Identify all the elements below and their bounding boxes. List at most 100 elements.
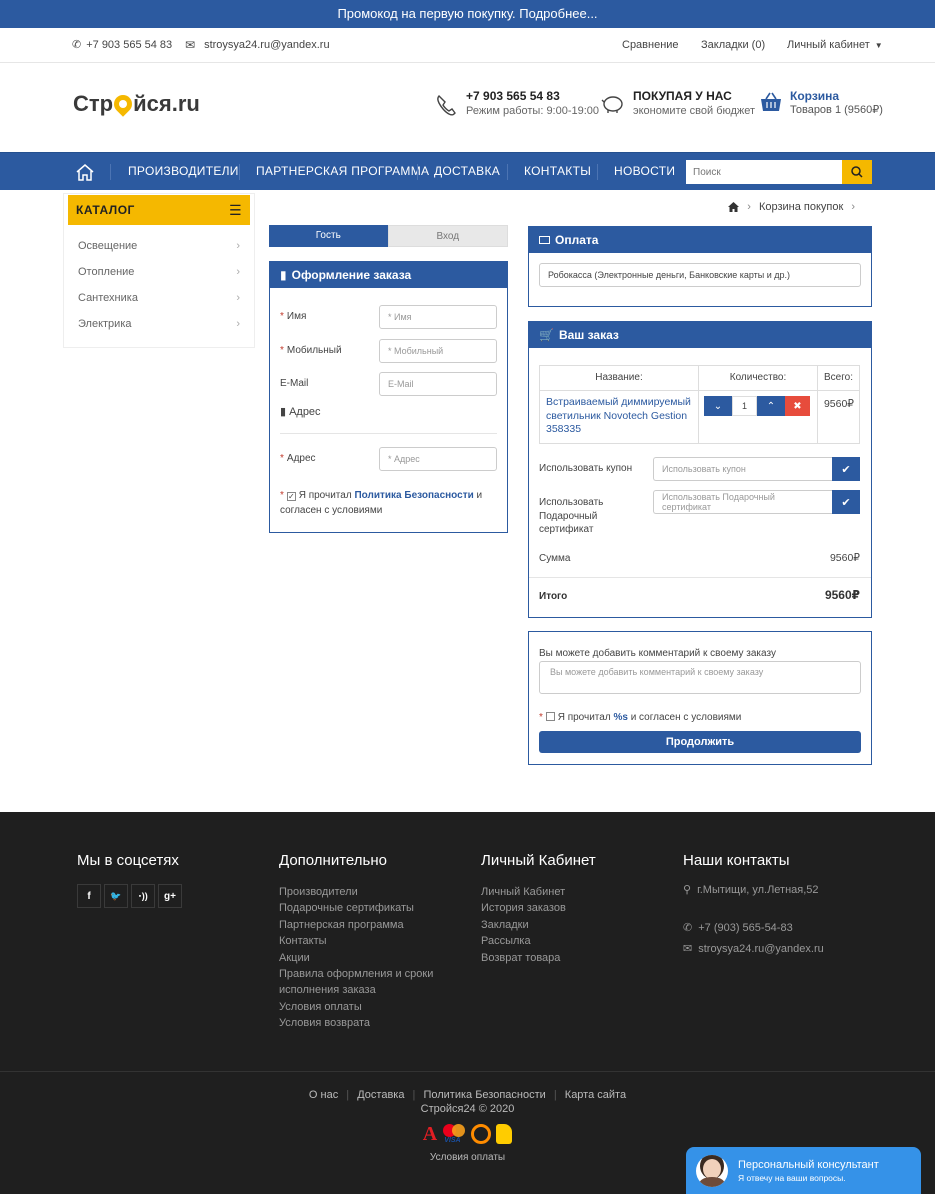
order-table: Название: Количество: Всего: Встраиваемы… <box>539 365 860 444</box>
catalog-item-label: Отопление <box>78 266 135 278</box>
account-dropdown[interactable]: Личный кабинет ▼ <box>787 28 883 63</box>
site-logo[interactable]: Стр йся.ru <box>73 91 200 117</box>
bookmarks-link[interactable]: Закладки (0) <box>701 28 765 63</box>
footer-link-delivery[interactable]: Доставка <box>357 1089 404 1101</box>
footer-link-return-terms[interactable]: Условия возврата <box>279 1015 433 1031</box>
google-plus-icon[interactable]: g+ <box>158 884 182 908</box>
facebook-icon[interactable]: f <box>77 884 101 908</box>
savings-title: ПОКУПАЯ У НАС <box>633 89 732 103</box>
mobile-input[interactable]: * Мобильный <box>379 339 497 363</box>
breadcrumb-separator: › <box>747 201 751 213</box>
compare-link[interactable]: Сравнение <box>622 28 679 63</box>
footer-link-sitemap[interactable]: Карта сайта <box>565 1089 626 1101</box>
tab-login[interactable]: Вход <box>387 225 508 247</box>
qty-input[interactable]: 1 <box>732 396 757 416</box>
apply-gift-button[interactable]: ✔ <box>832 490 860 514</box>
footer-link-partner[interactable]: Партнерская программа <box>279 917 433 933</box>
basket-icon <box>761 92 781 111</box>
nav-contacts[interactable]: КОНТАКТЫ <box>524 153 591 190</box>
comment-panel: Вы можете добавить комментарий к своему … <box>528 631 872 765</box>
privacy-policy-link[interactable]: Политика Безопасности <box>354 490 473 501</box>
top-bar: ✆ +7 903 565 54 83 ✉ stroysya24.ru@yande… <box>0 28 935 63</box>
footer-link-gift-certificates[interactable]: Подарочные сертификаты <box>279 900 433 916</box>
footer-link-bookmarks[interactable]: Закладки <box>481 917 596 933</box>
coupon-label: Использовать купон <box>539 463 633 474</box>
tab-guest[interactable]: Гость <box>269 225 388 247</box>
catalog-header[interactable]: КАТАЛОГ ☰ <box>68 195 250 225</box>
footer-address-text: г.Мытищи, ул.Летная,52 <box>697 884 819 896</box>
nav-delivery[interactable]: ДОСТАВКА <box>434 153 500 190</box>
footer-link-order-rules-2[interactable]: исполнения заказа <box>279 982 433 998</box>
col-name: Название: <box>540 366 699 390</box>
consultant-chat-widget[interactable]: Персональный консультант Я отвечу на ваш… <box>686 1147 921 1194</box>
check-icon: ✔ <box>841 496 851 509</box>
catalog-item-plumbing[interactable]: Сантехника › <box>64 285 254 311</box>
twitter-icon[interactable]: 🐦 <box>104 884 128 908</box>
address-input[interactable]: * Адрес <box>379 447 497 471</box>
payment-method-value: Робокасса (Электронные деньги, Банковски… <box>548 270 791 280</box>
top-phone[interactable]: ✆ +7 903 565 54 83 <box>72 28 172 63</box>
catalog-item-electrics[interactable]: Электрика › <box>64 311 254 337</box>
terms-link[interactable]: %s <box>613 712 627 723</box>
promo-text[interactable]: Промокод на первую покупку. Подробнее... <box>337 6 597 21</box>
terms-checkbox[interactable] <box>545 712 555 721</box>
breadcrumb-current[interactable]: Корзина покупок <box>759 201 843 213</box>
col-qty: Количество: <box>699 366 818 390</box>
remove-item-button[interactable]: ✖ <box>785 396 810 416</box>
total-value: 9560₽ <box>824 588 860 602</box>
footer-email-text: stroysya24.ru@yandex.ru <box>698 942 824 955</box>
qty-increase-button[interactable]: ⌃ <box>757 396 785 416</box>
catalog-item-heating[interactable]: Отопление › <box>64 259 254 285</box>
checkout-form-header: ▮ Оформление заказа <box>270 262 507 288</box>
email-input[interactable]: E-Mail <box>379 372 497 396</box>
footer-link-manufacturers[interactable]: Производители <box>279 884 433 900</box>
comment-textarea[interactable]: Вы можете добавить комментарий к своему … <box>539 661 861 694</box>
home-icon[interactable] <box>75 163 95 181</box>
product-name-link[interactable]: Встраиваемый диммируемый светильник Novo… <box>540 391 699 443</box>
home-icon[interactable] <box>728 202 740 212</box>
yandex-money-icon <box>496 1124 513 1144</box>
chevron-right-icon: › <box>236 318 240 330</box>
footer-email[interactable]: ✉ stroysya24.ru@yandex.ru <box>683 941 824 957</box>
search-button[interactable] <box>842 160 872 184</box>
qty-decrease-button[interactable]: ⌄ <box>704 396 732 416</box>
name-input[interactable]: * Имя <box>379 305 497 329</box>
catalog-item-lighting[interactable]: Освещение › <box>64 233 254 259</box>
footer-link-returns[interactable]: Возврат товара <box>481 950 596 966</box>
footer-link-contacts[interactable]: Контакты <box>279 933 433 949</box>
order-header: 🛒 Ваш заказ <box>529 322 871 348</box>
footer-link-privacy[interactable]: Политика Безопасности <box>423 1089 545 1101</box>
nav-news[interactable]: НОВОСТИ <box>614 153 675 190</box>
apply-coupon-button[interactable]: ✔ <box>832 457 860 481</box>
header-phone-block: +7 903 565 54 83 Режим работы: 9:00-19:0… <box>434 89 599 117</box>
nav-partner-program[interactable]: ПАРТНЕРСКАЯ ПРОГРАММА <box>256 153 429 190</box>
header-cart[interactable]: Корзина Товаров 1 (9560₽) <box>760 89 883 116</box>
top-email[interactable]: ✉ stroysya24.ru@yandex.ru <box>185 28 330 63</box>
footer-link-newsletter[interactable]: Рассылка <box>481 933 596 949</box>
footer-link-payment-terms[interactable]: Условия оплаты <box>279 999 433 1015</box>
footer-link-about[interactable]: О нас <box>309 1089 338 1101</box>
footer-link-account[interactable]: Личный Кабинет <box>481 884 596 900</box>
rss-icon[interactable]: ⋅)) <box>131 884 155 908</box>
coupon-input[interactable]: Использовать купон <box>653 457 832 481</box>
footer-link-promotions[interactable]: Акции <box>279 950 433 966</box>
chevron-down-icon: ▼ <box>874 41 883 50</box>
privacy-checkbox[interactable]: ✓ <box>286 492 296 501</box>
avatar <box>696 1154 728 1187</box>
header-phone[interactable]: +7 903 565 54 83 <box>466 89 599 103</box>
mobile-label: * Мобильный <box>280 345 342 356</box>
search-input[interactable] <box>686 160 842 184</box>
catalog-item-label: Электрика <box>78 318 132 330</box>
main-nav: ПРОИЗВОДИТЕЛИ ПАРТНЕРСКАЯ ПРОГРАММА ДОСТ… <box>0 152 935 190</box>
top-email-text: stroysya24.ru@yandex.ru <box>204 39 330 51</box>
footer-link-order-rules[interactable]: Правила оформления и сроки <box>279 966 433 982</box>
name-label: * Имя <box>280 311 307 322</box>
footer-link-order-history[interactable]: История заказов <box>481 900 596 916</box>
continue-button[interactable]: Продолжить <box>539 731 861 753</box>
payment-method-select[interactable]: Робокасса (Электронные деньги, Банковски… <box>539 263 861 287</box>
promo-banner[interactable]: Промокод на первую покупку. Подробнее... <box>0 0 935 28</box>
gift-certificate-input[interactable]: Использовать Подарочный сертификат <box>653 490 832 514</box>
footer-phone[interactable]: ✆ +7 (903) 565-54-83 <box>683 920 824 936</box>
top-phone-text: +7 903 565 54 83 <box>86 39 173 51</box>
nav-manufacturers[interactable]: ПРОИЗВОДИТЕЛИ <box>128 153 239 190</box>
